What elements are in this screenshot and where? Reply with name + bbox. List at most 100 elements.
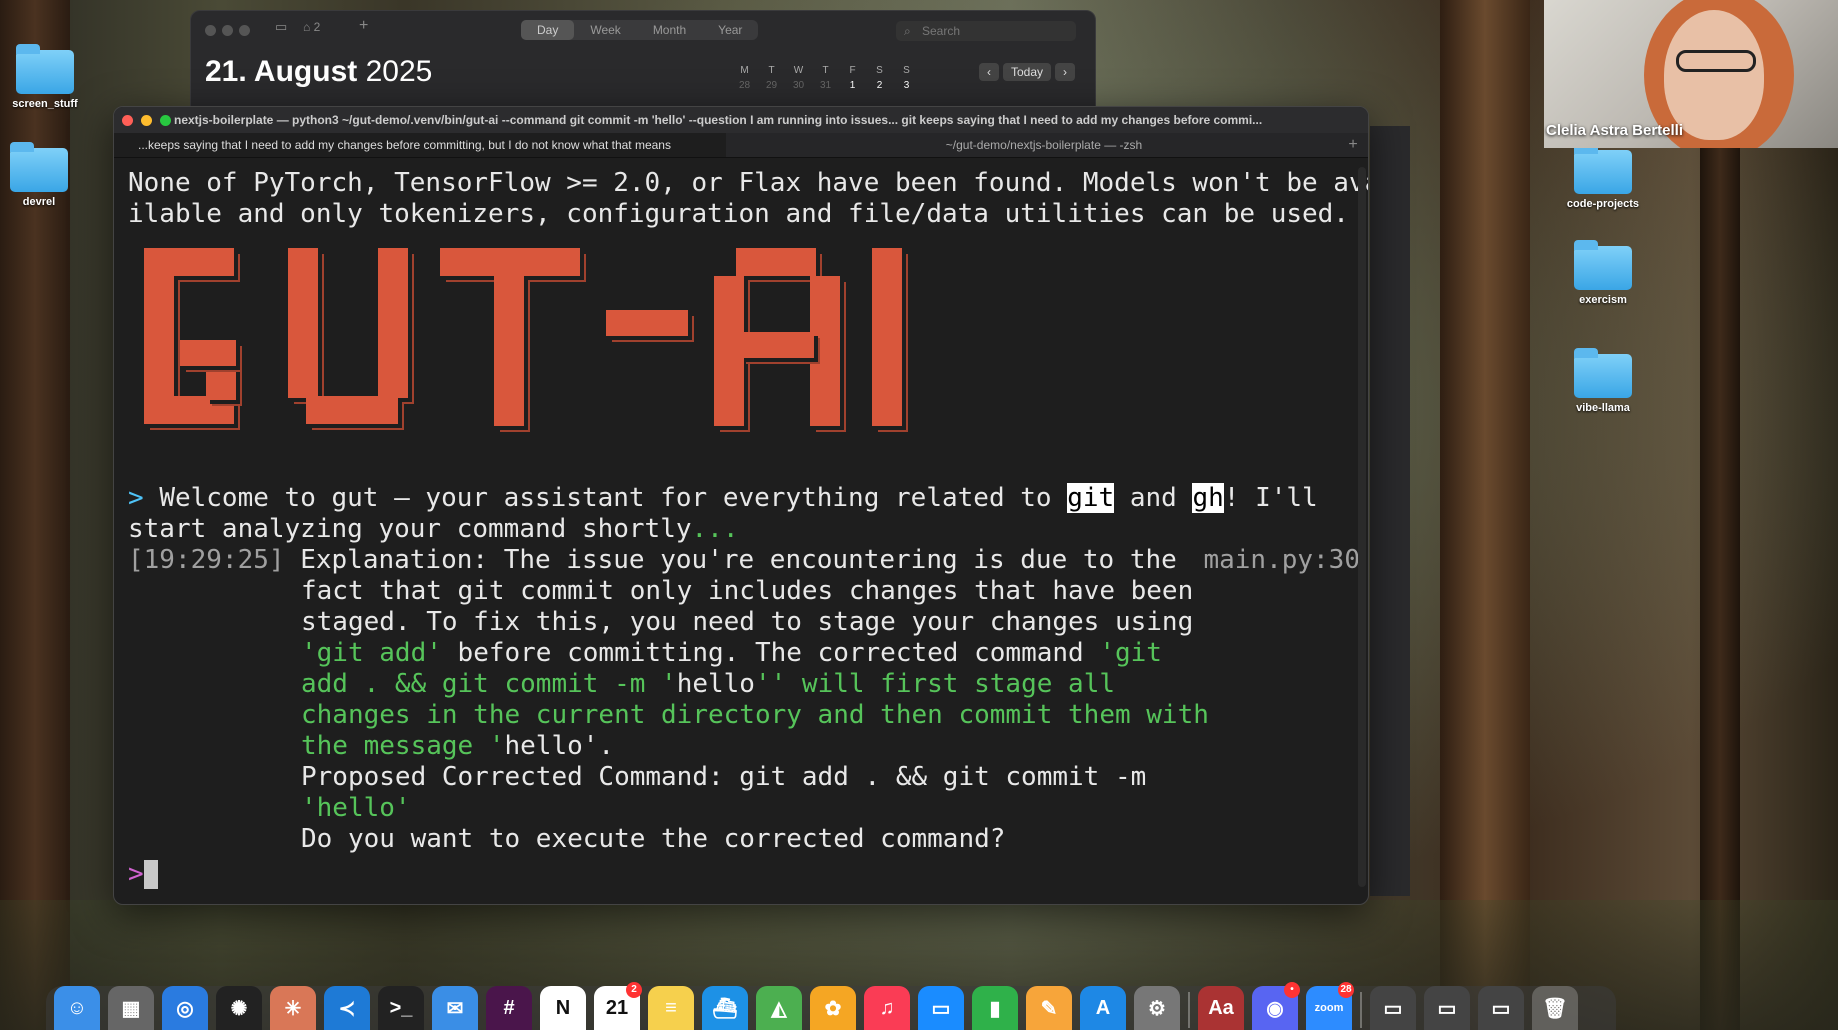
explanation-line: 'git add' before committing. The correct… bbox=[301, 638, 1162, 668]
explanation-line: [19:29:25] Explanation: The issue you're… bbox=[128, 545, 1360, 575]
dictionary-icon[interactable]: Aa bbox=[1198, 986, 1244, 1030]
finder-icon[interactable]: ☺ bbox=[54, 986, 100, 1030]
text-cursor bbox=[143, 860, 158, 889]
terminal-icon[interactable]: >_ bbox=[378, 986, 424, 1030]
terminal-window[interactable]: nextjs-boilerplate — python3 ~/gut-demo/… bbox=[113, 106, 1369, 905]
desktop-folder-label: code-projects bbox=[1566, 198, 1640, 210]
terminal-title: nextjs-boilerplate — python3 ~/gut-demo/… bbox=[174, 113, 1263, 127]
participant-name: Clelia Astra Bertelli bbox=[1546, 122, 1683, 139]
calendar-search-input[interactable]: ⌕ Search bbox=[896, 21, 1076, 41]
desktop-folder-label: devrel bbox=[22, 196, 56, 208]
mini-calendar[interactable]: MTWTFSS 28 29 30 31 1 2 3 bbox=[731, 65, 920, 91]
numbers-icon[interactable]: ▮ bbox=[972, 986, 1018, 1030]
next-chevron-icon[interactable]: › bbox=[1055, 63, 1076, 81]
timestamp: [19:29:25] bbox=[128, 545, 285, 575]
mail-icon[interactable]: ✉ bbox=[432, 986, 478, 1030]
source-ref: main.py:30 bbox=[1203, 545, 1360, 575]
proposed-command-line: Proposed Corrected Command: git add . &&… bbox=[301, 762, 1147, 792]
calendar-view-switcher[interactable]: Day Week Month Year bbox=[521, 20, 759, 40]
calendar-inbox-button[interactable]: ⌂ 2 bbox=[303, 20, 320, 34]
slack-icon[interactable]: # bbox=[486, 986, 532, 1030]
calendar-date-heading: 21. August 2025 bbox=[205, 55, 433, 88]
new-tab-button[interactable]: + bbox=[1338, 133, 1368, 157]
zoom-button[interactable] bbox=[160, 115, 171, 126]
view-month[interactable]: Month bbox=[637, 20, 702, 40]
welcome-line: > Welcome to gut — your assistant for ev… bbox=[128, 483, 1318, 513]
close-button[interactable] bbox=[122, 115, 133, 126]
view-day[interactable]: Day bbox=[521, 20, 575, 40]
desktop-folder-code-projects[interactable]: code-projects bbox=[1558, 144, 1648, 210]
discord-icon[interactable]: ◉ • bbox=[1252, 982, 1300, 1030]
welcome-line: start analyzing your command shortly... bbox=[128, 514, 739, 544]
trash-icon[interactable]: 🗑 bbox=[1532, 986, 1578, 1030]
desktop-folder-devrel[interactable]: devrel bbox=[0, 142, 84, 208]
input-prompt[interactable]: > bbox=[128, 859, 1354, 890]
recent-window-2-icon[interactable]: ▭ bbox=[1424, 986, 1470, 1030]
launchpad-icon[interactable]: ▦ bbox=[108, 986, 154, 1030]
folder-icon bbox=[16, 44, 74, 94]
proposed-command-line: 'hello' bbox=[301, 793, 411, 823]
claude-icon[interactable]: ✳ bbox=[270, 986, 316, 1030]
background-window-strip bbox=[1370, 126, 1410, 896]
notion-icon[interactable]: N bbox=[540, 986, 586, 1030]
dock[interactable]: ☺ ▦ ◎ ✺ ✳ ≺ >_ ✉ # N 21 2 ≡ ⛴ ◭ ✿ ♫ ▭ ▮ ✎ A ⚙ Aa ◉ • zoom 28 ▭ ▭ ▭ 🗑 bbox=[46, 982, 1616, 1030]
search-icon: ⌕ bbox=[904, 24, 911, 38]
desktop-folder-vibe-llama[interactable]: vibe-llama bbox=[1558, 348, 1648, 414]
photos-icon[interactable]: ✿ bbox=[810, 986, 856, 1030]
music-icon[interactable]: ♫ bbox=[864, 986, 910, 1030]
notification-badge: • bbox=[1284, 982, 1300, 998]
maps-icon[interactable]: ◭ bbox=[756, 986, 802, 1030]
prev-chevron-icon[interactable]: ‹ bbox=[979, 63, 999, 81]
desktop-folder-label: vibe-llama bbox=[1576, 402, 1630, 414]
today-button[interactable]: Today bbox=[1003, 63, 1052, 81]
gut-ai-ascii-banner bbox=[130, 244, 1354, 469]
pages-icon[interactable]: ✎ bbox=[1026, 986, 1072, 1030]
safari-icon[interactable]: ◎ bbox=[162, 986, 208, 1030]
explanation-line: the message 'hello'. bbox=[301, 731, 615, 761]
notes-icon[interactable]: ≡ bbox=[648, 986, 694, 1030]
docker-icon[interactable]: ⛴ bbox=[702, 986, 748, 1030]
recent-window-3-icon[interactable]: ▭ bbox=[1478, 986, 1524, 1030]
chatgpt-icon[interactable]: ✺ bbox=[216, 986, 262, 1030]
desktop-folder-screen-stuff[interactable]: screen_stuff bbox=[0, 44, 90, 110]
terminal-tabbar[interactable]: ...keeps saying that I need to add my ch… bbox=[114, 133, 1368, 158]
dock-separator bbox=[1360, 992, 1362, 1028]
window-controls[interactable] bbox=[122, 115, 171, 126]
webcam-overlay: Clelia Astra Bertelli bbox=[1544, 0, 1838, 148]
terminal-titlebar[interactable]: nextjs-boilerplate — python3 ~/gut-demo/… bbox=[114, 107, 1368, 133]
terminal-output[interactable]: None of PyTorch, TensorFlow >= 2.0, or F… bbox=[114, 158, 1368, 900]
background-tree bbox=[1440, 0, 1530, 1030]
desktop-folder-label: screen_stuff bbox=[12, 98, 78, 110]
desktop-folder-exercism[interactable]: exercism bbox=[1558, 240, 1648, 306]
calendar-icon[interactable]: 21 2 bbox=[594, 982, 642, 1030]
explanation-line: add . && git commit -m 'hello'' will fir… bbox=[301, 669, 1115, 699]
glasses-icon bbox=[1676, 50, 1756, 72]
calendar-window-controls[interactable] bbox=[205, 25, 250, 36]
folder-icon bbox=[10, 142, 68, 192]
notification-badge: 2 bbox=[626, 982, 642, 998]
tab-gut-ai[interactable]: ...keeps saying that I need to add my ch… bbox=[114, 133, 726, 157]
notification-badge: 28 bbox=[1338, 982, 1354, 998]
terminal-scrollbar[interactable] bbox=[1358, 167, 1366, 887]
zoom-icon[interactable]: zoom 28 bbox=[1306, 982, 1354, 1030]
explanation-line: staged. To fix this, you need to stage y… bbox=[301, 607, 1194, 637]
calendar-nav[interactable]: ‹ Today › bbox=[979, 63, 1076, 81]
tab-zsh[interactable]: ~/gut-demo/nextjs-boilerplate — -zsh bbox=[726, 133, 1338, 157]
folder-icon bbox=[1574, 144, 1632, 194]
warning-line: None of PyTorch, TensorFlow >= 2.0, or F… bbox=[128, 168, 1369, 198]
background-tree bbox=[1700, 0, 1740, 1030]
keynote-icon[interactable]: ▭ bbox=[918, 986, 964, 1030]
system-settings-icon[interactable]: ⚙ bbox=[1134, 986, 1180, 1030]
minimize-button[interactable] bbox=[141, 115, 152, 126]
explanation-line: changes in the current directory and the… bbox=[301, 700, 1209, 730]
recent-window-1-icon[interactable]: ▭ bbox=[1370, 986, 1416, 1030]
explanation-line: fact that git commit only includes chang… bbox=[301, 576, 1194, 606]
calendar-add-event-button[interactable]: + bbox=[359, 17, 368, 35]
vscode-icon[interactable]: ≺ bbox=[324, 986, 370, 1030]
warning-line: ilable and only tokenizers, configuratio… bbox=[128, 199, 1349, 229]
folder-icon bbox=[1574, 348, 1632, 398]
app-store-icon[interactable]: A bbox=[1080, 986, 1126, 1030]
view-year[interactable]: Year bbox=[702, 20, 758, 40]
view-week[interactable]: Week bbox=[574, 20, 636, 40]
calendar-sidebar-toggle-icon[interactable]: ▭ bbox=[275, 19, 287, 35]
